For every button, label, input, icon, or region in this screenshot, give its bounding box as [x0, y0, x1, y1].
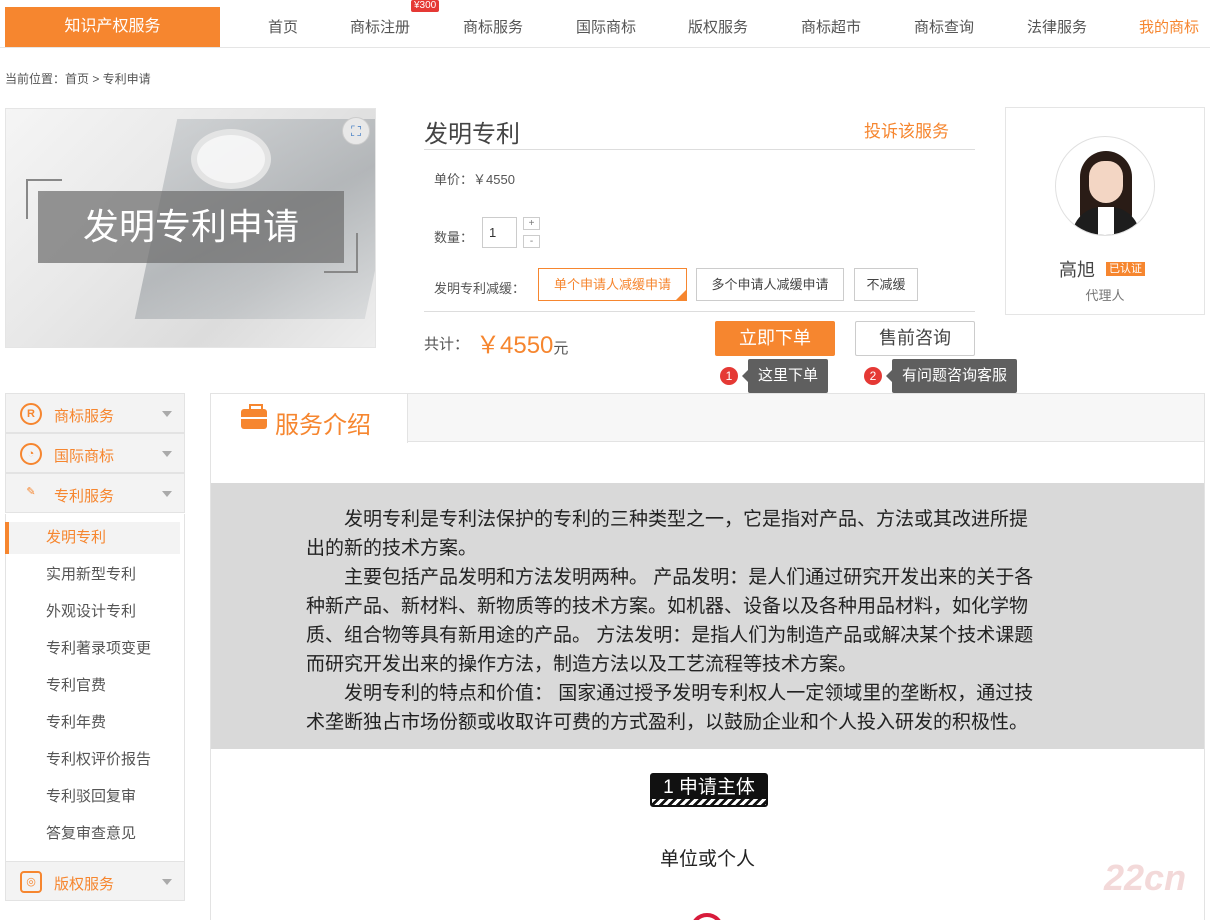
quantity-label: 数量： [434, 230, 474, 245]
sidebar-group-patent[interactable]: ✎ 专利服务 [5, 473, 185, 513]
option-single-applicant[interactable]: 单个申请人减缓申请 [538, 268, 687, 301]
sidebar-item-invention-patent[interactable]: 发明专利 [5, 522, 180, 554]
verified-badge: 已认证 [1106, 262, 1145, 276]
service-detail-panel: 服务介绍 发明专利是专利法保护的专利的三种类型之一，它是指对产品、方法或其改进所… [210, 393, 1205, 920]
sidebar-item-evaluation-report[interactable]: 专利权评价报告 [5, 744, 180, 776]
quantity-input[interactable]: 1 [482, 217, 517, 248]
tab-bar: 服务介绍 [211, 394, 1204, 443]
top-nav: 知识产权服务 首页 商标注册 ¥300 商标服务 国际商标 版权服务 商标超市 … [0, 0, 1210, 48]
intro-line: 主要包括产品发明和方法发明两种。 产品发明：是人们通过研究开发出来的关于各 [344, 567, 1034, 588]
avatar[interactable] [1055, 136, 1155, 236]
unit-price: 单价：￥4550 [434, 169, 515, 188]
consult-tip: 有问题咨询客服 [885, 359, 1018, 393]
complain-link[interactable]: 投诉该服务 [864, 117, 949, 142]
sidebar-group-label: 国际商标 [54, 448, 115, 465]
patent-icon: ✎ [26, 486, 36, 498]
quantity-decrease-button[interactable]: - [523, 235, 540, 248]
sidebar-group-international[interactable]: ◔ 国际商标 [5, 433, 185, 473]
sidebar-group-copyright[interactable]: ◎ 版权服务 [5, 861, 185, 901]
nav-item-home[interactable]: 首页 [268, 16, 298, 37]
tip-number: 2 [864, 367, 882, 385]
sidebar-item-official-fee[interactable]: 专利官费 [5, 670, 180, 702]
agent-name: 高旭 [1059, 260, 1095, 280]
watermark-logo: 22cn [1104, 857, 1187, 898]
intro-line: 发明专利的特点和价值： 国家通过授予发明专利权人一定领域里的垄断权，通过技 [344, 683, 1034, 704]
nav-item-trademark-market[interactable]: 商标超市 [801, 16, 861, 37]
nav-item-copyright[interactable]: 版权服务 [688, 16, 748, 37]
briefcase-icon [241, 404, 267, 429]
product-image-label: 发明专利申请 [38, 191, 344, 263]
sidebar-item-bibliographic-change[interactable]: 专利著录项变更 [5, 633, 180, 665]
discount-badge: ¥300 [411, 0, 440, 12]
sidebar-item-design-patent[interactable]: 外观设计专利 [5, 596, 180, 628]
intro-line: 种新产品、新材料、新物质等的技术方案。如机器、设备以及各种用品材料，如化学物 [306, 596, 1029, 617]
total-label: 共计： [424, 336, 470, 353]
sidebar-item-annual-fee[interactable]: 专利年费 [5, 707, 180, 739]
sidebar-group-trademark[interactable]: R 商标服务 [5, 393, 185, 433]
brand-button[interactable]: 知识产权服务 [5, 7, 220, 47]
sidebar-group-label: 专利服务 [54, 488, 115, 505]
cup-illustration [191, 129, 271, 189]
sidebar-item-utility-model[interactable]: 实用新型专利 [5, 559, 180, 591]
zoom-icon[interactable]: ⛶ [342, 117, 370, 145]
total-unit: 元 [553, 340, 569, 357]
nav-item-trademark-service[interactable]: 商标服务 [463, 16, 523, 37]
intro-line: 质、组合物等具有新用途的产品。 方法发明：是指人们为制造产品或解决某个技术课题 [306, 625, 1034, 646]
sidebar-item-reexamination[interactable]: 专利驳回复审 [5, 781, 180, 813]
breadcrumb: 当前位置：首页 > 专利申请 [5, 72, 151, 86]
sidebar-item-office-action-response[interactable]: 答复审查意见 [5, 818, 180, 850]
option-multiple-applicants[interactable]: 多个申请人减缓申请 [696, 268, 844, 301]
nav-item-international-trademark[interactable]: 国际商标 [576, 16, 636, 37]
intro-line: 术垄断独占市场份额或收取许可费的方式盈利，以鼓励企业和个人投入研发的积极性。 [306, 712, 1029, 733]
product-title: 发明专利 [424, 121, 520, 148]
chevron-down-icon [162, 879, 172, 885]
section-badge: 1 申请主体 [650, 773, 768, 807]
agent-card: 高旭 已认证 代理人 [1005, 107, 1205, 315]
chevron-down-icon [162, 451, 172, 457]
intro-line: 出的新的技术方案。 [306, 538, 478, 559]
order-tip: 这里下单 [741, 359, 829, 393]
agent-role: 代理人 [1085, 288, 1125, 303]
divider [424, 149, 975, 150]
shield-icon: ◎ [20, 871, 42, 893]
sidebar-group-label: 商标服务 [54, 408, 115, 425]
fee-reduction-label: 发明专利减缓： [434, 281, 526, 296]
step-icon [690, 913, 724, 920]
order-now-button[interactable]: 立即下单 [715, 321, 835, 356]
chevron-down-icon [162, 411, 172, 417]
chevron-down-icon [162, 491, 172, 497]
total-price: ￥4550元 [476, 325, 568, 360]
price-value: ￥4550 [473, 172, 515, 187]
divider [424, 311, 975, 312]
presale-consult-button[interactable]: 售前咨询 [855, 321, 975, 356]
intro-line: 而研究开发出来的操作方法，制造方法以及工艺流程等技术方案。 [306, 654, 858, 675]
tab-label: 服务介绍 [275, 412, 371, 439]
nav-item-trademark-register[interactable]: 商标注册 [350, 16, 410, 37]
option-no-reduction[interactable]: 不减缓 [854, 268, 918, 301]
quantity-increase-button[interactable]: + [523, 217, 540, 230]
tab-service-intro[interactable]: 服务介绍 [211, 394, 408, 443]
tip-number: 1 [720, 367, 738, 385]
section-text: 单位或个人 [659, 849, 755, 870]
total-value: ￥4550 [476, 332, 554, 359]
intro-block: 发明专利是专利法保护的专利的三种类型之一，它是指对产品、方法或其改进所提 出的新… [211, 483, 1204, 749]
sidebar-group-label: 版权服务 [54, 876, 115, 893]
globe-icon: ◔ [20, 443, 42, 465]
nav-item-legal[interactable]: 法律服务 [1027, 16, 1087, 37]
price-label: 单价： [434, 172, 474, 187]
product-image: 发明专利申请 ⛶ [5, 108, 376, 348]
nav-item-trademark-search[interactable]: 商标查询 [914, 16, 974, 37]
registered-icon: R [20, 403, 42, 425]
nav-item-my-trademark[interactable]: 我的商标 [1139, 16, 1199, 37]
intro-line: 发明专利是专利法保护的专利的三种类型之一，它是指对产品、方法或其改进所提 [344, 509, 1029, 530]
